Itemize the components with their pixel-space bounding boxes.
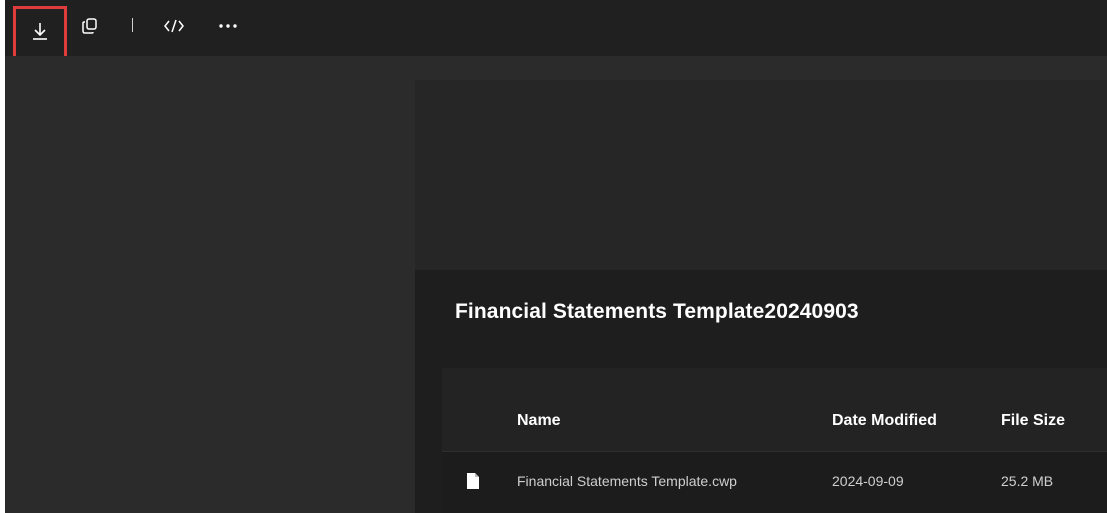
folder-panel: Financial Statements Template20240903 Na… [415,270,1107,513]
file-icon [466,472,480,495]
code-button[interactable] [161,10,187,42]
folder-title: Financial Statements Template20240903 [455,300,859,323]
column-header-name[interactable]: Name [517,412,561,430]
copy-icon [82,18,97,34]
table-row[interactable]: Financial Statements Template.cwp 2024-0… [442,452,1107,513]
toolbar [5,0,1107,64]
sidebar-area [5,56,415,513]
file-size: 25.2 MB [1001,473,1054,489]
page: Financial Statements Template20240903 Na… [0,0,1107,513]
file-table: Name Date Modified File Size Financial S… [442,368,1107,513]
preview-area [415,80,1107,270]
code-icon [164,19,184,33]
main-top-strip [415,56,1107,80]
more-button[interactable] [215,10,241,42]
download-icon [33,23,47,40]
copy-button[interactable] [77,10,103,42]
file-date-modified: 2024-09-09 [832,473,904,489]
column-header-file-size[interactable]: File Size [1001,412,1065,430]
file-name[interactable]: Financial Statements Template.cwp [517,473,737,489]
toolbar-separator [132,18,133,32]
more-icon [219,24,237,28]
column-header-date-modified[interactable]: Date Modified [832,412,937,430]
